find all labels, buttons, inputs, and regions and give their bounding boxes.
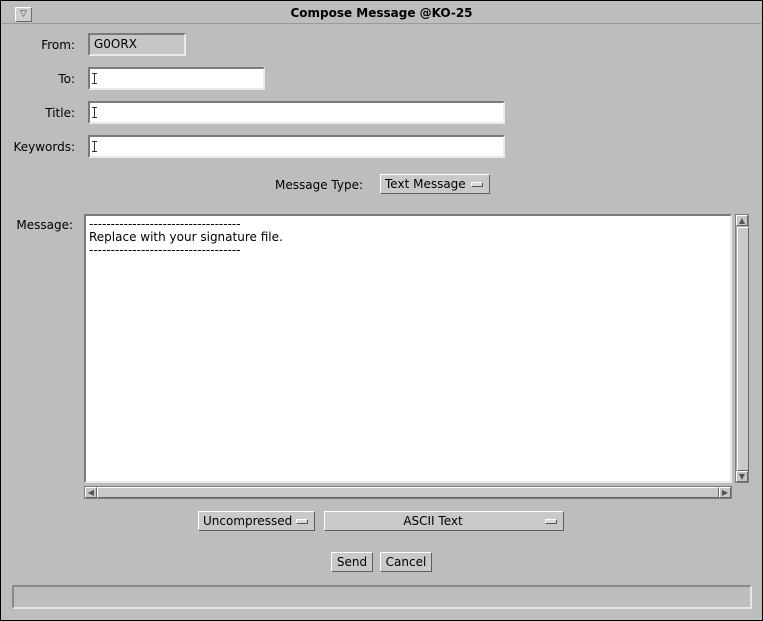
message-type-dropdown[interactable]: Text Message: [380, 174, 490, 194]
from-field: G0ORX: [88, 33, 186, 56]
dropdown-mark-icon: [296, 519, 308, 524]
window-title: Compose Message @KO-25: [290, 6, 473, 20]
to-label: To:: [58, 72, 75, 86]
compose-message-window: ▽ Compose Message @KO-25 From: G0ORX To:…: [0, 0, 763, 621]
dropdown-mark-icon: [545, 519, 557, 524]
from-label: From:: [41, 38, 75, 52]
dropdown-mark-icon: [471, 182, 483, 187]
title-label: Title:: [45, 106, 75, 120]
vertical-scroll-thumb[interactable]: [737, 227, 749, 471]
from-value: G0ORX: [94, 37, 137, 51]
arrow-right-icon[interactable]: ▶: [719, 487, 731, 498]
text-cursor-icon: [92, 73, 97, 84]
title-field[interactable]: [88, 101, 505, 124]
message-label: Message:: [16, 218, 73, 232]
to-field[interactable]: [88, 67, 265, 90]
arrow-left-icon[interactable]: ◀: [85, 487, 97, 498]
text-cursor-icon: [92, 107, 97, 118]
compression-dropdown[interactable]: Uncompressed: [198, 511, 315, 531]
compression-value: Uncompressed: [203, 514, 293, 528]
arrow-up-icon[interactable]: ▲: [736, 215, 748, 226]
message-textarea[interactable]: ----------------------------------- Repl…: [84, 214, 732, 483]
send-button[interactable]: Send: [331, 552, 373, 572]
message-type-value: Text Message: [385, 177, 466, 191]
title-bar[interactable]: ▽ Compose Message @KO-25: [2, 2, 761, 24]
cancel-button[interactable]: Cancel: [380, 552, 432, 572]
text-cursor-icon: [92, 141, 97, 152]
horizontal-scroll-thumb[interactable]: [97, 487, 719, 498]
status-bar: [12, 585, 752, 609]
message-horizontal-scrollbar[interactable]: ◀ ▶: [84, 486, 732, 499]
keywords-label: Keywords:: [13, 140, 75, 154]
keywords-field[interactable]: [88, 135, 505, 158]
message-vertical-scrollbar[interactable]: ▲ ▼: [735, 214, 749, 483]
encoding-value: ASCII Text: [403, 514, 463, 528]
message-type-label: Message Type:: [274, 178, 363, 192]
arrow-down-icon[interactable]: ▼: [736, 471, 748, 482]
encoding-dropdown[interactable]: ASCII Text: [324, 511, 564, 531]
